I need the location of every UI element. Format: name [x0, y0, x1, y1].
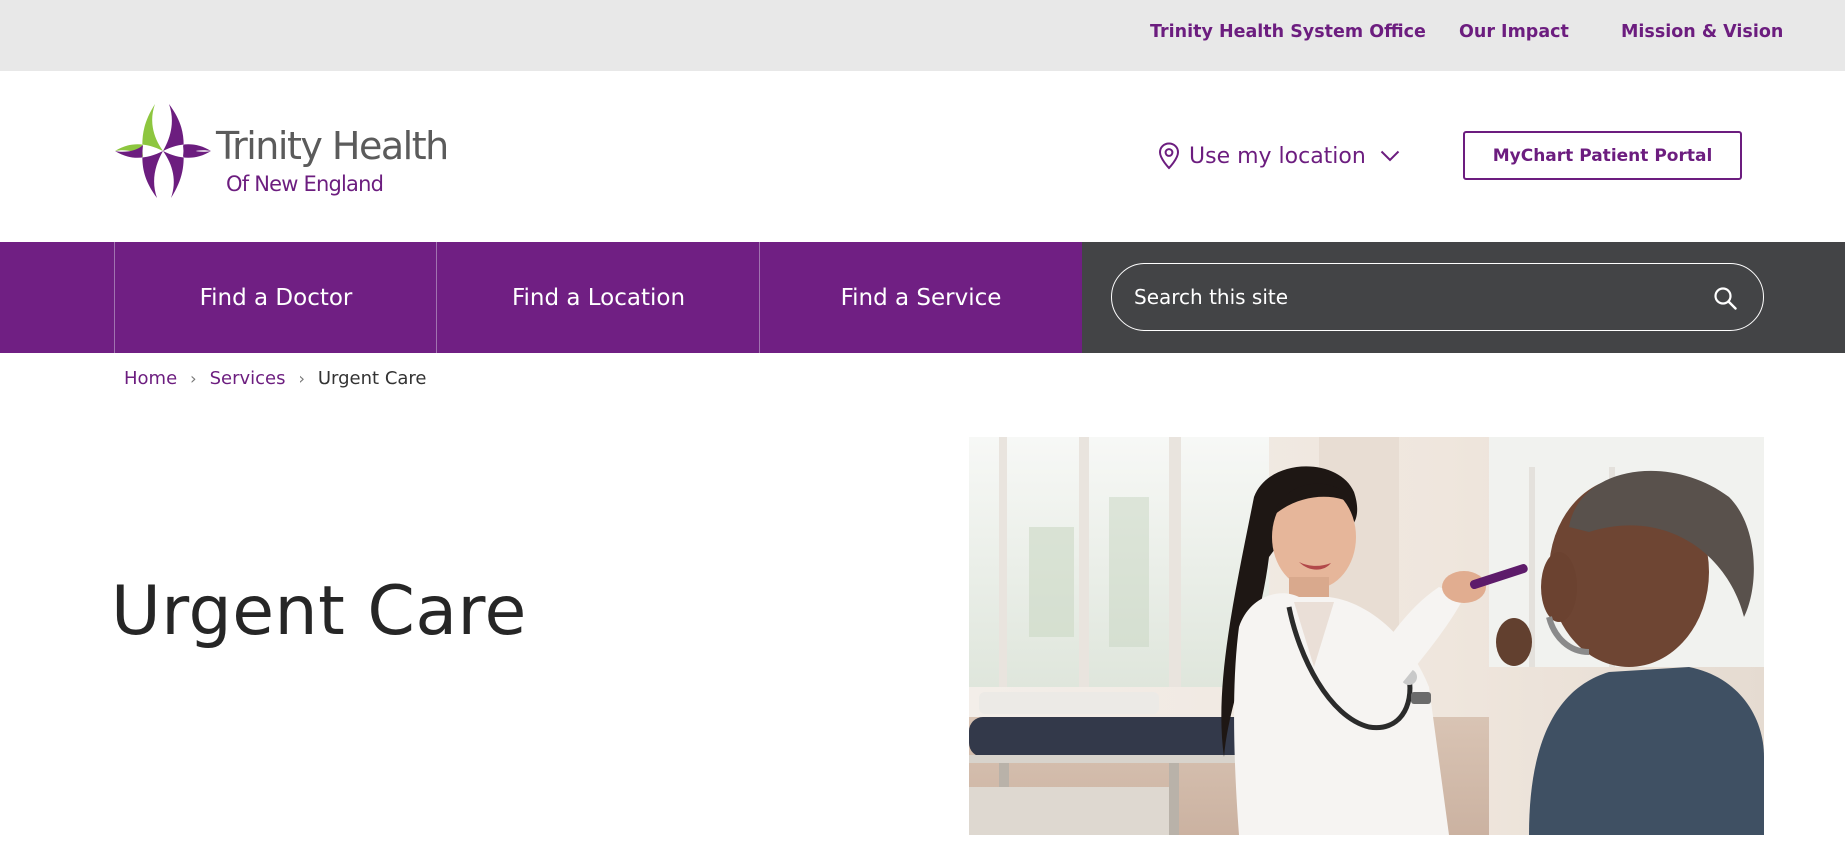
trinity-cross-icon	[115, 104, 211, 198]
breadcrumb-services[interactable]: Services	[210, 368, 286, 389]
chevron-down-icon	[1380, 150, 1400, 162]
main-navigation: Find a Doctor Find a Location Find a Ser…	[0, 242, 1845, 353]
nav-links-area: Find a Doctor Find a Location Find a Ser…	[0, 242, 1082, 353]
search-input[interactable]	[1134, 264, 1694, 329]
site-search	[1111, 263, 1764, 331]
nav-find-doctor[interactable]: Find a Doctor	[114, 242, 437, 353]
page-title: Urgent Care	[111, 572, 527, 651]
site-logo[interactable]: Trinity Health Of New England	[113, 100, 453, 204]
utility-bar: Trinity Health System Office Our Impact …	[0, 0, 1845, 71]
breadcrumb-separator-icon: ›	[298, 369, 305, 388]
location-label: Use my location	[1189, 143, 1366, 169]
nav-find-location[interactable]: Find a Location	[436, 242, 760, 353]
breadcrumb-current: Urgent Care	[317, 368, 427, 389]
use-location-dropdown[interactable]: Use my location	[1158, 142, 1400, 170]
logo-name: Trinity Health	[216, 124, 449, 168]
search-icon[interactable]	[1713, 286, 1737, 310]
map-pin-icon	[1158, 142, 1180, 170]
hero-image	[969, 437, 1764, 835]
utility-link-our-impact[interactable]: Our Impact	[1459, 22, 1569, 42]
hero-photo-illustration	[969, 437, 1764, 835]
utility-link-system-office[interactable]: Trinity Health System Office	[1150, 22, 1426, 42]
mychart-portal-button[interactable]: MyChart Patient Portal	[1463, 131, 1742, 180]
logo-region: Of New England	[226, 172, 384, 196]
breadcrumb-separator-icon: ›	[190, 369, 197, 388]
breadcrumb: Home › Services › Urgent Care	[124, 368, 427, 389]
utility-link-mission-vision[interactable]: Mission & Vision	[1621, 22, 1783, 42]
nav-find-service[interactable]: Find a Service	[759, 242, 1082, 353]
breadcrumb-home[interactable]: Home	[124, 368, 177, 389]
